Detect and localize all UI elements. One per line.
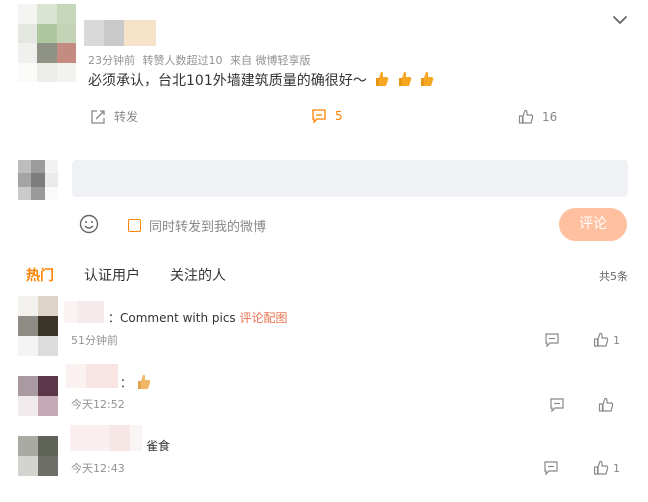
comment-text-body: ：	[120, 376, 133, 390]
smiley-icon[interactable]	[79, 214, 99, 234]
repost-checkbox-wrap[interactable]: 同时转发到我的微博	[128, 216, 266, 235]
like-icon[interactable]	[593, 460, 609, 476]
reply-icon[interactable]	[549, 397, 565, 413]
reply-icon[interactable]	[544, 332, 560, 348]
repost-button[interactable]: 转发	[90, 108, 138, 125]
comment-username-blurred[interactable]	[70, 425, 142, 451]
post-time: 23分钟前	[88, 54, 135, 67]
comment-avatar[interactable]	[18, 376, 58, 416]
repost-checkbox-label: 同时转发到我的微博	[149, 220, 267, 235]
comment-username-blurred[interactable]	[64, 301, 104, 323]
tab-verified-users[interactable]: 认证用户	[84, 265, 140, 285]
tab-hot[interactable]: 热门	[26, 265, 54, 285]
like-icon[interactable]	[593, 332, 609, 348]
username-blurred[interactable]	[84, 20, 156, 46]
thumbs-up-icon	[398, 71, 411, 86]
post-text: 必须承认，台北101外墙建筑质量的确很好～	[88, 70, 434, 90]
thumbs-up-icon	[421, 71, 434, 86]
comment-text-body: ：Comment with pics	[108, 311, 236, 325]
comment-text: ：	[120, 374, 152, 391]
tab-following[interactable]: 关注的人	[170, 265, 226, 285]
comment-like-count: 1	[613, 462, 620, 475]
comment-time: 今天12:43	[71, 462, 125, 475]
comment-avatar[interactable]	[18, 296, 58, 356]
my-avatar	[18, 160, 58, 200]
post-source[interactable]: 来自 微博轻享版	[230, 54, 311, 67]
like-count: 16	[542, 110, 558, 124]
thumbs-up-icon	[376, 71, 389, 86]
comment-username-blurred[interactable]	[66, 364, 118, 388]
comment-input[interactable]	[72, 160, 628, 197]
reply-icon[interactable]	[543, 460, 559, 476]
comment-icon	[312, 109, 326, 124]
repost-icon	[91, 109, 105, 124]
post-repost-stat: 转赞人数超过10	[142, 54, 223, 67]
comment-text: ：Comment with pics 评论配图	[108, 309, 288, 326]
comment-tabs: 热门 认证用户 关注的人	[26, 265, 256, 285]
comment-text: 雀食	[146, 439, 171, 453]
thumbs-up-icon	[137, 374, 151, 389]
comment-total: 共5条	[599, 270, 628, 283]
repost-checkbox[interactable]	[128, 219, 141, 232]
comment-avatar[interactable]	[18, 436, 58, 476]
avatar[interactable]	[18, 4, 76, 82]
comment-time: 今天12:52	[71, 398, 125, 411]
comment-like-count: 1	[613, 334, 620, 347]
comment-count: 5	[335, 109, 343, 123]
submit-comment-button[interactable]: 评论	[559, 208, 627, 241]
repost-label: 转发	[114, 110, 139, 124]
post-text-body: 必须承认，台北101外墙建筑质量的确很好～	[88, 73, 367, 89]
like-icon[interactable]	[598, 397, 614, 413]
post-meta: 23分钟前 转赞人数超过10 来自 微博轻享版	[88, 52, 315, 68]
like-icon	[518, 109, 534, 124]
like-button[interactable]: 16	[518, 109, 557, 125]
comment-time: 51分钟前	[71, 334, 118, 347]
comment-pics-link[interactable]: 评论配图	[240, 311, 288, 325]
comment-button[interactable]: 5	[311, 108, 343, 124]
weibo-post-card: 23分钟前 转赞人数超过10 来自 微博轻享版 必须承认，台北101外墙建筑质量…	[8, 0, 640, 490]
chevron-down-icon[interactable]	[612, 12, 628, 28]
